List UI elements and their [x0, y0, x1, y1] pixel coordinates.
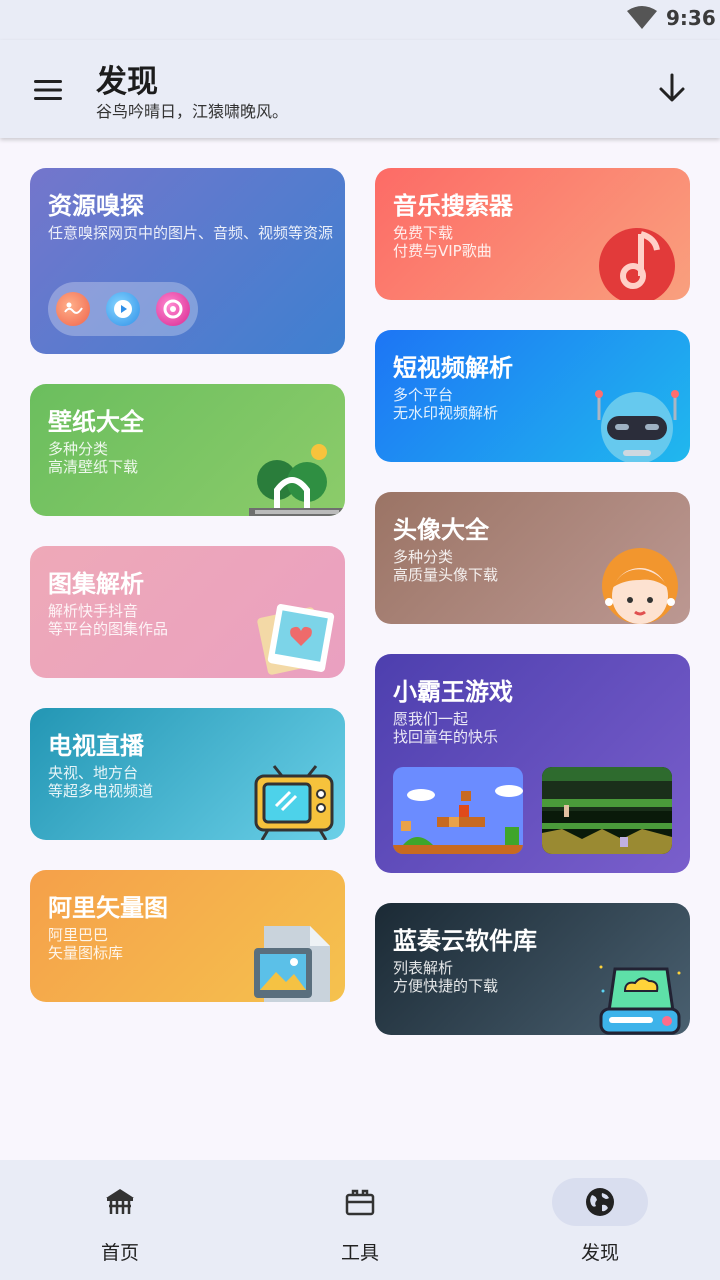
card-desc: 列表解析 方便快捷的下载 [393, 959, 499, 995]
page-title: 发现 [96, 64, 158, 100]
card-retro-games[interactable]: 小霸王游戏 愿我们一起 找回童年的快乐 [375, 654, 690, 873]
nav-label: 发现 [580, 1242, 619, 1264]
download-arrow-icon[interactable] [652, 68, 692, 108]
music-note-icon [599, 228, 675, 300]
card-title: 蓝奏云软件库 [393, 927, 537, 955]
television-icon [254, 765, 334, 840]
card-desc: 央视、地方台 等超多电视频道 [48, 764, 154, 800]
game-screenshot-mario [393, 767, 523, 854]
card-desc: 多种分类 高质量头像下载 [393, 548, 499, 584]
home-icon [106, 1189, 134, 1214]
card-short-video[interactable]: 短视频解析 多个平台 无水印视频解析 [375, 330, 690, 462]
card-title: 电视直播 [48, 732, 144, 760]
card-title: 资源嗅探 [48, 192, 144, 220]
audio-type-icon [156, 292, 190, 326]
image-type-icon [56, 292, 90, 326]
card-desc: 愿我们一起 找回童年的快乐 [393, 710, 499, 746]
nav-item-home[interactable]: 首页 [0, 1160, 240, 1280]
card-title: 音乐搜索器 [393, 192, 513, 220]
card-title: 头像大全 [393, 516, 489, 544]
card-title: 壁纸大全 [48, 408, 144, 436]
card-title: 小霸王游戏 [393, 678, 513, 706]
robot-icon [595, 390, 679, 462]
nav-label: 首页 [100, 1242, 139, 1264]
card-ali-vector[interactable]: 阿里矢量图 阿里巴巴 矢量图标库 [30, 870, 345, 1002]
media-type-pill [48, 282, 198, 336]
card-wallpaper[interactable]: 壁纸大全 多种分类 高清壁纸下载 [30, 384, 345, 516]
nav-item-tools[interactable]: 工具 [240, 1160, 480, 1280]
game-screenshot-contra [542, 767, 672, 854]
globe-icon [586, 1188, 614, 1216]
card-resource-sniff[interactable]: 资源嗅探 任意嗅探网页中的图片、音频、视频等资源 [30, 168, 345, 354]
status-bar: 9:36 [0, 0, 720, 40]
top-app-bar: 发现 谷鸟吟晴日，江猿啸晚风。 [0, 40, 720, 138]
card-desc: 免费下载 付费与VIP歌曲 [393, 224, 492, 260]
card-avatar[interactable]: 头像大全 多种分类 高质量头像下载 [375, 492, 690, 624]
video-type-icon [106, 292, 140, 326]
card-desc: 任意嗅探网页中的图片、音频、视频等资源 [48, 224, 334, 242]
card-desc: 多种分类 高清壁纸下载 [48, 440, 139, 476]
card-lanzou[interactable]: 蓝奏云软件库 列表解析 方便快捷的下载 [375, 903, 690, 1035]
nav-item-discover[interactable]: 发现 [480, 1160, 720, 1280]
card-gallery-parse[interactable]: 图集解析 解析快手抖音 等平台的图集作品 [30, 546, 345, 678]
menu-icon[interactable] [28, 70, 68, 110]
photo-stack-icon [257, 604, 335, 675]
bottom-navigation: 首页 工具 发现 [0, 1160, 720, 1280]
cloud-drive-icon [599, 965, 681, 1035]
status-time: 9:36 [666, 6, 716, 30]
image-file-icon [254, 926, 330, 1002]
card-title: 短视频解析 [393, 354, 513, 382]
toolbox-icon [345, 1189, 375, 1216]
girl-avatar-icon [602, 548, 678, 624]
card-desc: 解析快手抖音 等平台的图集作品 [48, 602, 169, 638]
card-desc: 阿里巴巴 矢量图标库 [48, 926, 124, 962]
nav-label: 工具 [340, 1242, 379, 1264]
card-title: 图集解析 [48, 570, 144, 598]
card-desc: 多个平台 无水印视频解析 [393, 386, 499, 422]
garden-arch-icon [249, 444, 345, 516]
card-music-search[interactable]: 音乐搜索器 免费下载 付费与VIP歌曲 [375, 168, 690, 300]
wifi-icon [627, 6, 657, 29]
card-title: 阿里矢量图 [48, 894, 168, 922]
page-subtitle: 谷鸟吟晴日，江猿啸晚风。 [96, 102, 289, 121]
card-tv-live[interactable]: 电视直播 央视、地方台 等超多电视频道 [30, 708, 345, 840]
